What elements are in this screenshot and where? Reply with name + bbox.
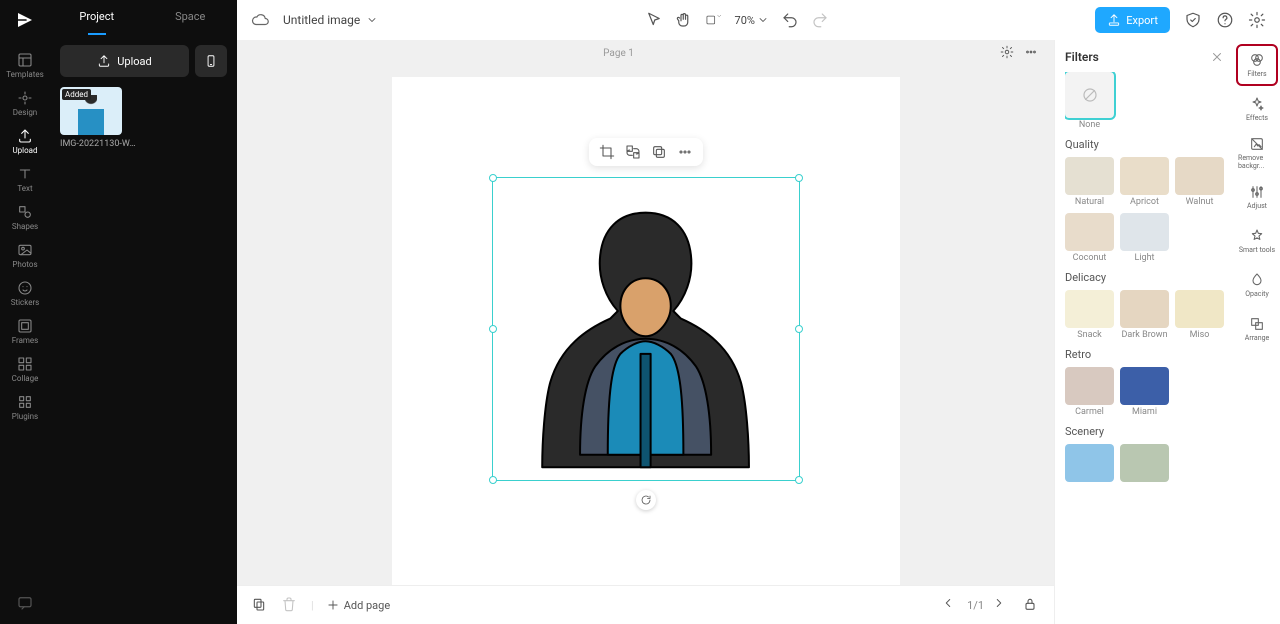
filter-item[interactable]	[1065, 444, 1114, 484]
feedback-icon[interactable]	[16, 594, 34, 612]
help-icon[interactable]	[1216, 11, 1234, 29]
next-page-button[interactable]	[992, 596, 1010, 614]
rail-photos[interactable]: Photos	[0, 236, 50, 274]
resize-handle[interactable]	[795, 174, 803, 182]
filter-dark-brown[interactable]: Dark Brown	[1120, 290, 1169, 340]
left-rail: TemplatesDesignUploadTextShapesPhotosSti…	[0, 0, 50, 624]
select-tool[interactable]	[645, 11, 663, 29]
rail-shapes[interactable]: Shapes	[0, 198, 50, 236]
asset-filename: IMG-20221130-WA0...	[60, 139, 138, 149]
toolrail-opacity[interactable]: Opacity	[1238, 266, 1276, 304]
filter-natural[interactable]: Natural	[1065, 157, 1114, 207]
cloud-sync-icon[interactable]	[251, 11, 269, 29]
project-sidebar: Project Space Upload Added IMG-20221130-…	[50, 0, 237, 624]
resize-menu[interactable]	[705, 11, 723, 29]
selected-image[interactable]	[493, 178, 799, 480]
delete-page-button[interactable]	[281, 596, 299, 614]
page-more-icon[interactable]	[1024, 45, 1042, 63]
copy-button[interactable]	[651, 144, 667, 160]
toolrail-smart[interactable]: Smart tools	[1238, 222, 1276, 260]
shield-icon[interactable]	[1184, 11, 1202, 29]
chevron-down-icon	[366, 14, 378, 26]
upload-from-phone-button[interactable]	[195, 45, 227, 77]
pager: 1/1	[941, 596, 1010, 614]
app-logo[interactable]	[13, 8, 37, 32]
page-label: Page 1	[237, 48, 1000, 59]
bottom-bar: | Add page 1/1	[237, 585, 1054, 624]
filter-category: Quality	[1065, 138, 1224, 151]
asset-added-badge: Added	[62, 89, 91, 100]
filter-none[interactable]: None	[1065, 72, 1114, 130]
close-icon[interactable]	[1210, 50, 1224, 64]
filter-miami[interactable]: Miami	[1120, 367, 1169, 417]
resize-handle[interactable]	[795, 476, 803, 484]
document-title[interactable]: Untitled image	[283, 13, 378, 27]
right-tool-rail: Filters Effects Remove backgr... Adjust Smar…	[1234, 40, 1280, 624]
crop-button[interactable]	[599, 144, 615, 160]
canvas-column: Page 1	[237, 40, 1054, 624]
filter-category: Retro	[1065, 348, 1224, 361]
export-button[interactable]: Export	[1095, 7, 1170, 33]
resize-handle[interactable]	[795, 325, 803, 333]
page-strip: Page 1	[237, 40, 1054, 67]
resize-handle[interactable]	[489, 476, 497, 484]
rail-collage[interactable]: Collage	[0, 350, 50, 388]
redo-button[interactable]	[811, 11, 829, 29]
top-bar: Untitled image 70% Export	[237, 0, 1280, 40]
rail-upload[interactable]: Upload	[0, 122, 50, 160]
toolrail-remove-bg[interactable]: Remove backgr...	[1238, 134, 1276, 172]
tab-space[interactable]: Space	[144, 0, 238, 35]
lock-button[interactable]	[1022, 596, 1040, 614]
more-button[interactable]	[677, 144, 693, 160]
tab-project[interactable]: Project	[50, 0, 144, 35]
settings-icon[interactable]	[1248, 11, 1266, 29]
add-page-button[interactable]: Add page	[326, 598, 390, 612]
main-column: Untitled image 70% Export Page 1	[237, 0, 1280, 624]
sidebar-tabs: Project Space	[50, 0, 237, 35]
toolrail-filters[interactable]: Filters	[1238, 46, 1276, 84]
filter-item[interactable]	[1120, 444, 1169, 484]
rail-templates[interactable]: Templates	[0, 46, 50, 84]
filter-miso[interactable]: Miso	[1175, 290, 1224, 340]
rail-text[interactable]: Text	[0, 160, 50, 198]
rotate-handle[interactable]	[636, 490, 656, 510]
filter-light[interactable]: Light	[1120, 213, 1169, 263]
rail-stickers[interactable]: Stickers	[0, 274, 50, 312]
page-settings-icon[interactable]	[1000, 45, 1018, 63]
toolrail-effects[interactable]: Effects	[1238, 90, 1276, 128]
zoom-level[interactable]: 70%	[735, 14, 769, 27]
prev-page-button[interactable]	[941, 596, 959, 614]
filter-snack[interactable]: Snack	[1065, 290, 1114, 340]
canvas[interactable]	[237, 67, 1054, 585]
undo-button[interactable]	[781, 11, 799, 29]
rail-plugins[interactable]: Plugins	[0, 388, 50, 426]
toolrail-adjust[interactable]: Adjust	[1238, 178, 1276, 216]
rail-design[interactable]: Design	[0, 84, 50, 122]
page[interactable]	[392, 77, 900, 585]
filters-panel: Filters None Quality NaturalApricotWalnut…	[1054, 40, 1234, 624]
filter-apricot[interactable]: Apricot	[1120, 157, 1169, 207]
duplicate-page-button[interactable]	[251, 596, 269, 614]
toolrail-arrange[interactable]: Arrange	[1238, 310, 1276, 348]
page-indicator: 1/1	[967, 599, 984, 612]
filter-category: Scenery	[1065, 425, 1224, 438]
filter-coconut[interactable]: Coconut	[1065, 213, 1114, 263]
uploaded-asset[interactable]: Added IMG-20221130-WA0...	[50, 87, 237, 149]
filter-walnut[interactable]: Walnut	[1175, 157, 1224, 207]
rail-frames[interactable]: Frames	[0, 312, 50, 350]
filter-carmel[interactable]: Carmel	[1065, 367, 1114, 417]
asset-thumbnail[interactable]: Added	[60, 87, 122, 135]
resize-handle[interactable]	[489, 325, 497, 333]
hand-tool[interactable]	[675, 11, 693, 29]
work-area: Page 1	[237, 40, 1280, 624]
selection-box[interactable]	[492, 177, 800, 481]
context-toolbar	[589, 138, 703, 166]
upload-button[interactable]: Upload	[60, 45, 189, 77]
filter-category: Delicacy	[1065, 271, 1224, 284]
resize-handle[interactable]	[489, 174, 497, 182]
replace-button[interactable]	[625, 144, 641, 160]
filters-title: Filters	[1065, 50, 1099, 64]
